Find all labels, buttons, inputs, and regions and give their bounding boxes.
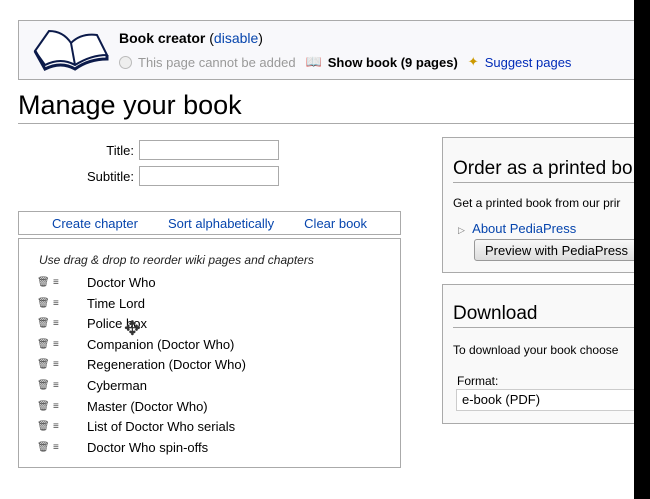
- move-cursor-icon: ✥: [124, 318, 141, 340]
- subtitle-input[interactable]: [139, 166, 279, 186]
- book-toolbar: Create chapter Sort alphabetically Clear…: [18, 211, 401, 235]
- trash-icon[interactable]: 🗑: [37, 380, 50, 391]
- move-to-chapter-icon[interactable]: ≡: [53, 380, 65, 391]
- order-panel: Order as a printed bo Get a printed book…: [442, 137, 650, 273]
- order-text: Get a printed book from our prir: [453, 196, 621, 210]
- order-heading: Order as a printed bo: [453, 158, 643, 183]
- paren: ): [258, 30, 263, 46]
- move-to-chapter-icon[interactable]: ≡: [53, 298, 65, 309]
- trash-icon[interactable]: 🗑: [37, 359, 50, 370]
- drag-hint: Use drag & drop to reorder wiki pages an…: [39, 253, 314, 267]
- list-item[interactable]: 🗑 ≡ Doctor Who spin-offs: [37, 440, 208, 455]
- item-title: Doctor Who spin-offs: [87, 439, 209, 455]
- format-label: Format:: [457, 374, 499, 388]
- trash-icon[interactable]: 🗑: [37, 298, 50, 309]
- about-pediapress-link[interactable]: About PediaPress: [472, 221, 576, 236]
- list-item[interactable]: 🗑 ≡ Master (Doctor Who): [37, 399, 208, 414]
- page-title: Manage your book: [18, 90, 634, 124]
- item-title: Master (Doctor Who): [87, 398, 208, 414]
- title-input[interactable]: [139, 140, 279, 160]
- title-text: Book creator: [119, 30, 206, 46]
- trash-icon[interactable]: 🗑: [37, 421, 50, 432]
- book-creator-bar: Book creator (disable) This page cannot …: [18, 20, 640, 80]
- book-icon: 📖: [305, 54, 322, 69]
- expand-triangle-icon[interactable]: ▷: [458, 225, 465, 235]
- item-title: Doctor Who: [87, 275, 156, 290]
- window-edge: [634, 0, 650, 499]
- disable-link[interactable]: disable: [214, 30, 258, 46]
- list-item[interactable]: 🗑 ≡ List of Doctor Who serials: [37, 419, 235, 434]
- list-item[interactable]: 🗑 ≡ Doctor Who: [37, 275, 156, 290]
- move-to-chapter-icon[interactable]: ≡: [53, 442, 65, 453]
- item-title: Regeneration (Doctor Who): [87, 357, 246, 373]
- move-to-chapter-icon[interactable]: ≡: [53, 421, 65, 432]
- suggest-pages-link[interactable]: Suggest pages: [485, 55, 572, 70]
- move-to-chapter-icon[interactable]: ≡: [53, 401, 65, 412]
- item-title: Companion (Doctor Who): [87, 336, 235, 352]
- list-item[interactable]: 🗑 ≡ Time Lord: [37, 296, 145, 311]
- download-panel: Download To download your book choose Fo…: [442, 284, 646, 424]
- clear-book-link[interactable]: Clear book: [304, 216, 367, 231]
- book-creator-title: Book creator (disable): [119, 30, 263, 46]
- book-items-list: Use drag & drop to reorder wiki pages an…: [18, 238, 401, 468]
- sort-alphabetically-link[interactable]: Sort alphabetically: [168, 216, 274, 231]
- create-chapter-link[interactable]: Create chapter: [52, 216, 138, 231]
- move-to-chapter-icon[interactable]: ≡: [53, 318, 65, 329]
- move-to-chapter-icon[interactable]: ≡: [53, 359, 65, 370]
- trash-icon[interactable]: 🗑: [37, 318, 50, 329]
- disabled-add-icon: [119, 55, 132, 69]
- open-book-icon: [33, 29, 109, 71]
- trash-icon[interactable]: 🗑: [37, 277, 50, 288]
- list-item[interactable]: 🗑 ≡ Cyberman: [37, 378, 147, 393]
- trash-icon[interactable]: 🗑: [37, 442, 50, 453]
- preview-pediapress-button[interactable]: Preview with PediaPress: [474, 239, 650, 261]
- subtitle-label: Subtitle:: [87, 169, 134, 184]
- format-select[interactable]: e-book (PDF): [456, 389, 646, 411]
- title-label: Title:: [106, 143, 134, 158]
- list-item[interactable]: 🗑 ≡ Regeneration (Doctor Who): [37, 357, 246, 372]
- move-to-chapter-icon[interactable]: ≡: [53, 339, 65, 350]
- wand-icon: ✦: [467, 54, 479, 69]
- trash-icon[interactable]: 🗑: [37, 339, 50, 350]
- show-book-link[interactable]: Show book (9 pages): [328, 55, 458, 70]
- item-title: List of Doctor Who serials: [87, 419, 236, 435]
- move-to-chapter-icon[interactable]: ≡: [53, 277, 65, 288]
- item-title: Time Lord: [87, 295, 146, 311]
- trash-icon[interactable]: 🗑: [37, 401, 50, 412]
- download-heading: Download: [453, 303, 643, 328]
- item-title: Cyberman: [87, 378, 147, 393]
- download-text: To download your book choose: [453, 343, 619, 357]
- cannot-add-text: This page cannot be added: [138, 54, 296, 70]
